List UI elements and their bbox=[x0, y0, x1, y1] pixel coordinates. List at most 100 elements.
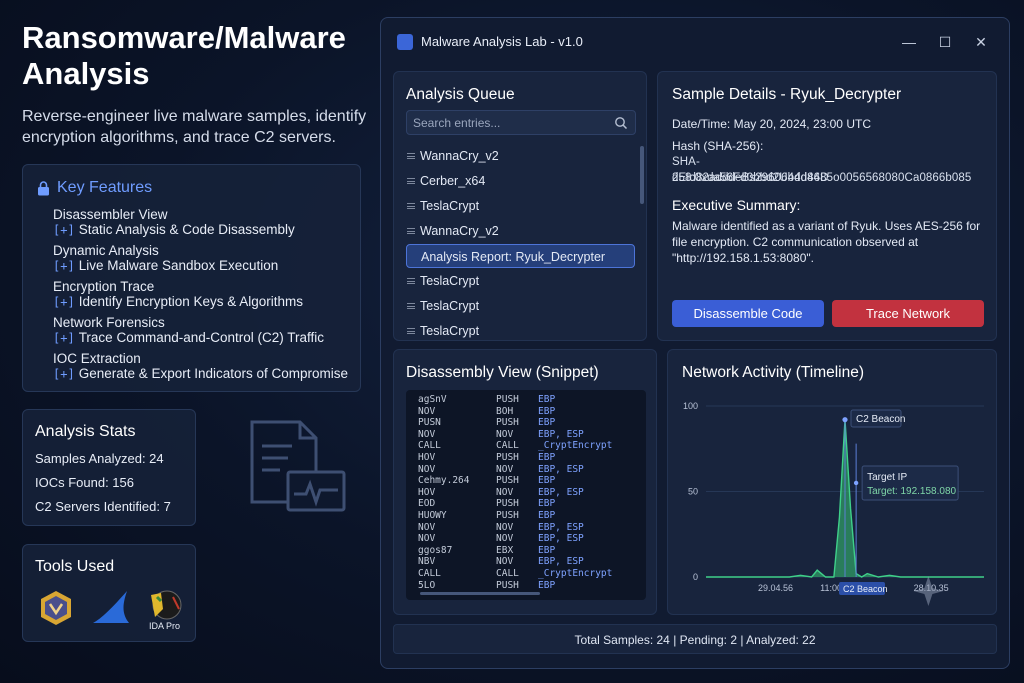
beacon-badge-label: C2 Beacon bbox=[843, 584, 888, 594]
queue-item-label: Analysis Report: Ryuk_Decrypter bbox=[421, 250, 606, 264]
code-operand: _CryptEncrypt bbox=[538, 440, 613, 452]
code-opcode: PUSH bbox=[496, 475, 519, 487]
queue-item-selected[interactable]: Analysis Report: Ryuk_Decrypter bbox=[406, 244, 635, 268]
drag-handle-icon[interactable] bbox=[407, 178, 415, 184]
code-opcode: EBX bbox=[496, 544, 514, 556]
sample-datetime: Date/Time: May 20, 2024, 23:00 UTC bbox=[672, 117, 871, 131]
queue-item[interactable]: WannaCry_v2 bbox=[406, 144, 635, 168]
queue-item[interactable]: TeslaCrypt bbox=[406, 269, 635, 293]
code-row: Cehmy.264 PUSH EBP bbox=[406, 475, 646, 487]
queue-item[interactable]: TeslaCrypt bbox=[406, 194, 635, 218]
code-opcode: BOH bbox=[496, 405, 514, 417]
code-operand: _CryptEncrypt bbox=[538, 568, 613, 579]
code-operand: EBP bbox=[538, 394, 556, 405]
search-input[interactable] bbox=[413, 114, 603, 132]
queue-item-label: WannaCry_v2 bbox=[420, 224, 499, 238]
code-operand: EBP, ESP bbox=[538, 521, 584, 533]
code-opcode: PUSH bbox=[496, 498, 519, 510]
stat-iocs: IOCs Found: 156 bbox=[35, 475, 134, 490]
queue-item[interactable]: TeslaCrypt bbox=[406, 319, 635, 340]
feature-item: [+] Generate & Export Indicators of Compr… bbox=[53, 366, 348, 382]
trace-network-button[interactable]: Trace Network bbox=[832, 300, 984, 327]
analysis-queue-title: Analysis Queue bbox=[406, 86, 515, 103]
malware-lab-window: Malware Analysis Lab - v1.0 — ☐ ✕ Analys… bbox=[380, 17, 1010, 669]
beacon-point[interactable] bbox=[842, 417, 848, 423]
code-address: CALL bbox=[418, 440, 441, 452]
code-operand: EBP bbox=[538, 405, 556, 417]
queue-item[interactable]: TeslaCrypt bbox=[406, 294, 635, 318]
code-row: NBV NOV EBP, ESP bbox=[406, 556, 646, 568]
code-operand: EBP bbox=[538, 452, 556, 463]
tools-used-card: Tools Used IDA Pro bbox=[22, 544, 196, 642]
search-icon[interactable] bbox=[614, 116, 628, 130]
wireshark-logo-icon bbox=[93, 591, 129, 623]
target-tooltip-value: Target: 192.158.080 bbox=[867, 486, 956, 497]
expand-bracket-icon: [+] bbox=[53, 331, 75, 345]
code-operand: EBP, ESP bbox=[538, 533, 584, 545]
code-address: EOD bbox=[418, 498, 436, 510]
queue-item[interactable]: WannaCry_v2 bbox=[406, 219, 635, 243]
summary-line1: Malware identified as a variant of Ryuk.… bbox=[672, 219, 981, 233]
y-tick-label: 50 bbox=[688, 487, 698, 497]
target-point[interactable] bbox=[853, 480, 859, 486]
code-operand: EBP bbox=[538, 498, 556, 510]
minimize-button[interactable]: — bbox=[899, 32, 919, 52]
code-operand: EBP, ESP bbox=[538, 556, 584, 568]
analysis-stats-card: Analysis Stats Samples Analyzed: 24 IOCs… bbox=[22, 409, 196, 526]
close-button[interactable]: ✕ bbox=[971, 32, 991, 52]
drag-handle-icon[interactable] bbox=[407, 153, 415, 159]
code-opcode: NOV bbox=[496, 463, 514, 475]
code-horizontal-scrollbar[interactable] bbox=[420, 592, 540, 595]
maximize-button[interactable]: ☐ bbox=[935, 32, 955, 52]
ghidra-logo-icon bbox=[41, 591, 71, 625]
x-tick-label: 29.04.56 bbox=[758, 583, 793, 593]
code-address: HOV bbox=[418, 452, 436, 463]
code-opcode: CALL bbox=[496, 568, 519, 579]
x-tick-label: 11:00 bbox=[820, 583, 842, 593]
queue-scrollbar[interactable] bbox=[640, 146, 644, 204]
code-address: CALL bbox=[418, 568, 441, 579]
code-address: Cehmy.264 bbox=[418, 475, 470, 487]
code-opcode: NOV bbox=[496, 533, 514, 545]
feature-description: Static Analysis & Code Disassembly bbox=[78, 222, 295, 237]
feature-description: Trace Command-and-Control (C2) Traffic bbox=[78, 330, 325, 345]
queue-item[interactable]: Cerber_x64 bbox=[406, 169, 635, 193]
feature-title: IOC Extraction bbox=[53, 351, 141, 366]
drag-handle-icon[interactable] bbox=[407, 328, 415, 334]
feature-title: Encryption Trace bbox=[53, 279, 155, 294]
code-address: NOV bbox=[418, 521, 436, 533]
drag-handle-icon[interactable] bbox=[407, 278, 415, 284]
app-icon bbox=[397, 34, 413, 50]
ida-pro-logo-icon bbox=[151, 590, 182, 620]
window-title: Malware Analysis Lab - v1.0 bbox=[421, 34, 583, 49]
feature-item: [+] Static Analysis & Code Disassembly bbox=[53, 222, 295, 238]
network-activity-panel: Network Activity (Timeline) 0 50 100 29.04.… bbox=[667, 349, 997, 615]
code-opcode: NOV bbox=[496, 428, 514, 440]
summary-line2: file encryption. C2 communication observ… bbox=[672, 235, 919, 249]
drag-handle-icon[interactable] bbox=[407, 303, 415, 309]
code-operand: EBP bbox=[538, 417, 556, 429]
code-row: HUOWY PUSH EBP bbox=[406, 510, 646, 522]
code-opcode: PUSH bbox=[496, 417, 519, 429]
queue-item-label: TeslaCrypt bbox=[420, 274, 480, 288]
code-opcode: NOV bbox=[496, 486, 514, 498]
key-features-title: Key Features bbox=[57, 179, 153, 196]
disassembly-title: Disassembly View (Snippet) bbox=[406, 364, 599, 381]
code-opcode: CALL bbox=[496, 440, 519, 452]
code-row: HOV NOV EBP, ESP bbox=[406, 487, 646, 499]
feature-item: [+] Identify Encryption Keys & Algorithms bbox=[53, 294, 303, 310]
stat-c2: C2 Servers Identified: 7 bbox=[35, 499, 171, 514]
queue-item-label: TeslaCrypt bbox=[420, 199, 480, 213]
code-opcode: PUSH bbox=[496, 510, 519, 521]
drag-handle-icon[interactable] bbox=[407, 228, 415, 234]
code-row: NOV NOV EBP, ESP bbox=[406, 429, 646, 441]
y-tick-label: 0 bbox=[693, 572, 698, 582]
code-row: NOV NOV EBP, ESP bbox=[406, 533, 646, 545]
analysis-queue-panel: Analysis Queue WannaCry_v2 Cerber_x64 Tesl… bbox=[393, 71, 647, 341]
analysis-stats-heading: Analysis Stats bbox=[35, 423, 136, 440]
status-footer: Total Samples: 24 | Pending: 2 | Analyze… bbox=[393, 624, 997, 654]
code-row: CALL CALL _CryptEncrypt bbox=[406, 440, 646, 452]
code-address: HUOWY bbox=[418, 510, 447, 521]
drag-handle-icon[interactable] bbox=[407, 203, 415, 209]
disassemble-code-button[interactable]: Disassemble Code bbox=[672, 300, 824, 327]
